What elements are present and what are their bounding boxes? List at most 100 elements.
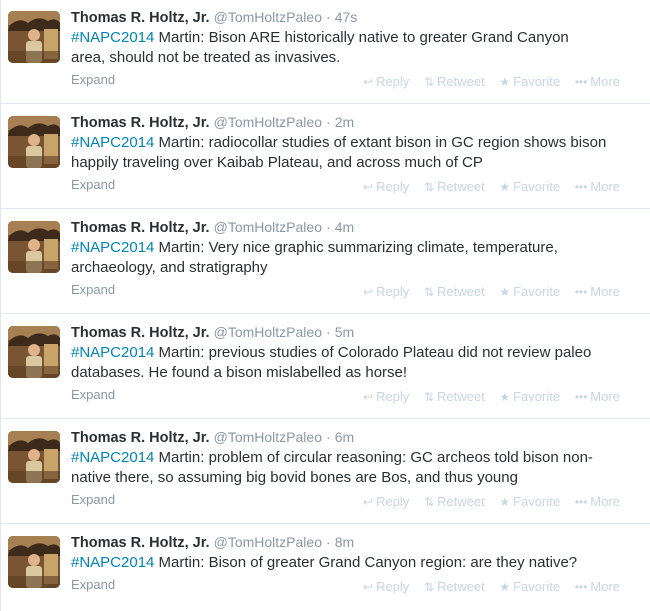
tweet-item[interactable]: Thomas R. Holtz, Jr. @TomHoltzPaleo · 2m… <box>1 105 650 209</box>
hashtag-link[interactable]: #NAPC2014 <box>71 554 154 571</box>
tweet-text: #NAPC2014 Martin: Bison ARE historically… <box>71 28 643 68</box>
author-handle[interactable]: @TomHoltzPaleo <box>214 219 322 235</box>
retweet-button[interactable]: ⇅ Retweet <box>424 389 485 404</box>
author-name[interactable]: Thomas R. Holtz, Jr. <box>71 430 210 446</box>
separator-dot: · <box>326 114 331 130</box>
author-name[interactable]: Thomas R. Holtz, Jr. <box>71 325 210 341</box>
favorite-label: Favorite <box>513 389 561 404</box>
author-handle[interactable]: @TomHoltzPaleo <box>214 429 322 445</box>
favorite-button[interactable]: ★ Favorite <box>499 74 560 89</box>
more-label: More <box>590 284 620 299</box>
more-button[interactable]: ••• More <box>575 179 620 194</box>
avatar[interactable] <box>8 116 60 168</box>
expand-link[interactable]: Expand <box>71 387 115 402</box>
reply-icon: ↩ <box>363 390 374 404</box>
author-handle[interactable]: @TomHoltzPaleo <box>214 324 322 340</box>
retweet-icon: ⇅ <box>423 285 434 299</box>
hashtag-link[interactable]: #NAPC2014 <box>71 239 154 256</box>
tweet-text: #NAPC2014 Martin: Bison of greater Grand… <box>71 553 643 573</box>
favorite-label: Favorite <box>513 74 561 89</box>
retweet-button[interactable]: ⇅ Retweet <box>424 284 485 299</box>
reply-button[interactable]: ↩ Reply <box>363 579 409 594</box>
retweet-icon: ⇅ <box>423 390 434 404</box>
reply-label: Reply <box>376 284 410 299</box>
author-name[interactable]: Thomas R. Holtz, Jr. <box>71 220 210 236</box>
avatar[interactable] <box>8 221 60 273</box>
favorite-button[interactable]: ★ Favorite <box>499 579 560 594</box>
avatar[interactable] <box>8 431 60 483</box>
author-handle[interactable]: @TomHoltzPaleo <box>214 114 322 130</box>
author-handle[interactable]: @TomHoltzPaleo <box>214 534 322 550</box>
reply-button[interactable]: ↩ Reply <box>363 74 409 89</box>
retweet-button[interactable]: ⇅ Retweet <box>424 579 485 594</box>
author-name[interactable]: Thomas R. Holtz, Jr. <box>71 535 210 551</box>
tweet-item[interactable]: Thomas R. Holtz, Jr. @TomHoltzPaleo · 5m… <box>1 315 650 419</box>
more-button[interactable]: ••• More <box>575 494 620 509</box>
favorite-label: Favorite <box>513 579 561 594</box>
reply-button[interactable]: ↩ Reply <box>363 179 409 194</box>
retweet-label: Retweet <box>437 179 485 194</box>
reply-button[interactable]: ↩ Reply <box>363 284 409 299</box>
tweet-item[interactable]: Thomas R. Holtz, Jr. @TomHoltzPaleo · 6m… <box>1 420 650 524</box>
ellipsis-icon: ••• <box>574 580 588 594</box>
expand-link[interactable]: Expand <box>71 282 115 297</box>
tweet-text: #NAPC2014 Martin: radiocollar studies of… <box>71 133 643 173</box>
author-handle[interactable]: @TomHoltzPaleo <box>214 9 322 25</box>
reply-icon: ↩ <box>363 75 374 89</box>
expand-link[interactable]: Expand <box>71 492 115 507</box>
tweet-actions: ↩ Reply ⇅ Retweet ★ Favorite ••• More <box>363 74 631 89</box>
star-icon: ★ <box>499 580 511 594</box>
expand-link[interactable]: Expand <box>71 72 115 87</box>
reply-icon: ↩ <box>363 495 374 509</box>
tweet-actions: ↩ Reply ⇅ Retweet ★ Favorite ••• More <box>363 179 631 194</box>
tweet-timestamp[interactable]: 4m <box>335 219 354 235</box>
author-name[interactable]: Thomas R. Holtz, Jr. <box>71 115 210 131</box>
favorite-button[interactable]: ★ Favorite <box>499 494 560 509</box>
retweet-label: Retweet <box>437 494 485 509</box>
reply-button[interactable]: ↩ Reply <box>363 389 409 404</box>
expand-link[interactable]: Expand <box>71 577 115 592</box>
separator-dot: · <box>326 429 331 445</box>
ellipsis-icon: ••• <box>574 180 588 194</box>
more-button[interactable]: ••• More <box>575 579 620 594</box>
tweet-timestamp[interactable]: 5m <box>335 324 354 340</box>
tweet-item[interactable]: Thomas R. Holtz, Jr. @TomHoltzPaleo · 8m… <box>1 525 650 611</box>
separator-dot: · <box>326 534 331 550</box>
retweet-icon: ⇅ <box>423 495 434 509</box>
tweet-actions: ↩ Reply ⇅ Retweet ★ Favorite ••• More <box>363 389 631 404</box>
favorite-button[interactable]: ★ Favorite <box>499 389 560 404</box>
favorite-button[interactable]: ★ Favorite <box>499 284 560 299</box>
retweet-button[interactable]: ⇅ Retweet <box>424 494 485 509</box>
hashtag-link[interactable]: #NAPC2014 <box>71 449 154 466</box>
more-label: More <box>590 579 620 594</box>
avatar[interactable] <box>8 11 60 63</box>
star-icon: ★ <box>499 75 511 89</box>
retweet-icon: ⇅ <box>423 75 434 89</box>
reply-button[interactable]: ↩ Reply <box>363 494 409 509</box>
tweet-item[interactable]: Thomas R. Holtz, Jr. @TomHoltzPaleo · 47… <box>1 0 650 104</box>
hashtag-link[interactable]: #NAPC2014 <box>71 134 154 151</box>
hashtag-link[interactable]: #NAPC2014 <box>71 29 154 46</box>
retweet-button[interactable]: ⇅ Retweet <box>424 74 485 89</box>
more-button[interactable]: ••• More <box>575 74 620 89</box>
avatar[interactable] <box>8 536 60 588</box>
tweet-timestamp[interactable]: 2m <box>335 114 354 130</box>
tweet-timestamp[interactable]: 47s <box>335 9 358 25</box>
retweet-label: Retweet <box>437 284 485 299</box>
favorite-label: Favorite <box>513 494 561 509</box>
author-name[interactable]: Thomas R. Holtz, Jr. <box>71 10 210 26</box>
more-button[interactable]: ••• More <box>575 389 620 404</box>
more-button[interactable]: ••• More <box>575 284 620 299</box>
expand-link[interactable]: Expand <box>71 177 115 192</box>
tweet-actions: ↩ Reply ⇅ Retweet ★ Favorite ••• More <box>363 579 631 594</box>
reply-label: Reply <box>376 389 410 404</box>
tweet-text: #NAPC2014 Martin: previous studies of Co… <box>71 343 643 383</box>
ellipsis-icon: ••• <box>574 75 588 89</box>
hashtag-link[interactable]: #NAPC2014 <box>71 344 154 361</box>
avatar[interactable] <box>8 326 60 378</box>
tweet-timestamp[interactable]: 6m <box>335 429 354 445</box>
retweet-button[interactable]: ⇅ Retweet <box>424 179 485 194</box>
tweet-timestamp[interactable]: 8m <box>335 534 354 550</box>
favorite-button[interactable]: ★ Favorite <box>499 179 560 194</box>
tweet-item[interactable]: Thomas R. Holtz, Jr. @TomHoltzPaleo · 4m… <box>1 210 650 314</box>
